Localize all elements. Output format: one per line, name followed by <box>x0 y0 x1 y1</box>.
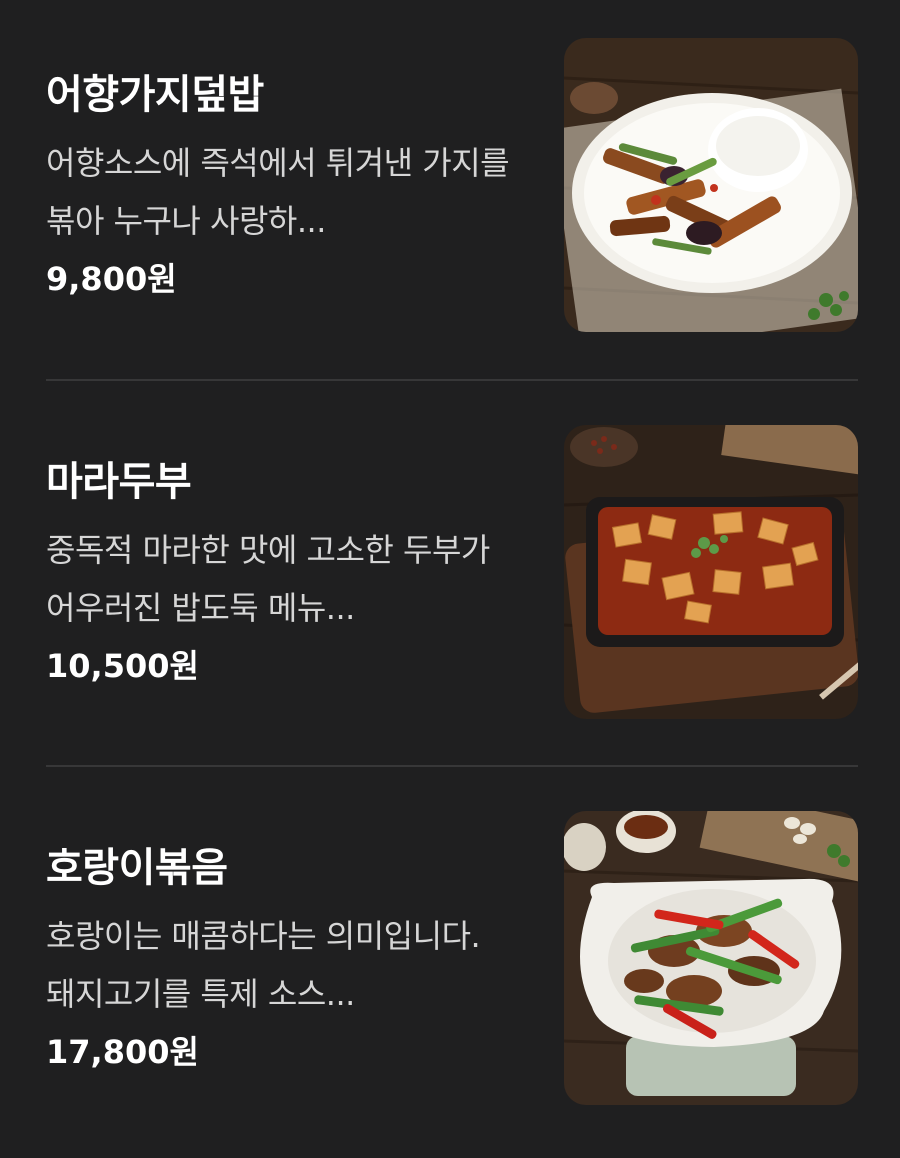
menu-item-eohyang-eggplant-rice[interactable]: 어향가지덮밥 어향소스에 즉석에서 튀겨낸 가지를 볶아 누구나 사랑하... … <box>0 0 900 385</box>
menu-item-image[interactable] <box>564 38 858 332</box>
menu-item-price: 9,800원 <box>46 260 177 298</box>
menu-item-image[interactable] <box>564 811 858 1105</box>
menu-item-name: 마라두부 <box>46 459 192 505</box>
menu-item-name: 어향가지덮밥 <box>46 72 264 118</box>
menu-item-tiger-stir-fry[interactable]: 호랑이볶음 호랑이는 매콤하다는 의미입니다. 돼지고기를 특제 소스... 1… <box>0 773 900 1158</box>
menu-item-price: 17,800원 <box>46 1033 199 1071</box>
mala-tofu-dish-photo <box>564 425 858 719</box>
menu-item-price: 10,500원 <box>46 647 199 685</box>
eggplant-rice-dish-photo <box>564 38 858 332</box>
divider <box>46 379 858 381</box>
menu-item-description: 중독적 마라한 맛에 고소한 두부가 어우러진 밥도둑 메뉴... <box>46 531 490 627</box>
tiger-stir-fry-dish-photo <box>564 811 858 1105</box>
divider <box>46 765 858 767</box>
menu-item-image[interactable] <box>564 425 858 719</box>
menu-list: 어향가지덮밥 어향소스에 즉석에서 튀겨낸 가지를 볶아 누구나 사랑하... … <box>0 0 900 1139</box>
menu-item-mala-tofu[interactable]: 마라두부 중독적 마라한 맛에 고소한 두부가 어우러진 밥도둑 메뉴... 1… <box>0 387 900 772</box>
menu-item-description: 어향소스에 즉석에서 튀겨낸 가지를 볶아 누구나 사랑하... <box>46 144 510 240</box>
menu-item-description: 호랑이는 매콤하다는 의미입니다. 돼지고기를 특제 소스... <box>46 917 481 1013</box>
menu-item-name: 호랑이볶음 <box>46 845 228 891</box>
